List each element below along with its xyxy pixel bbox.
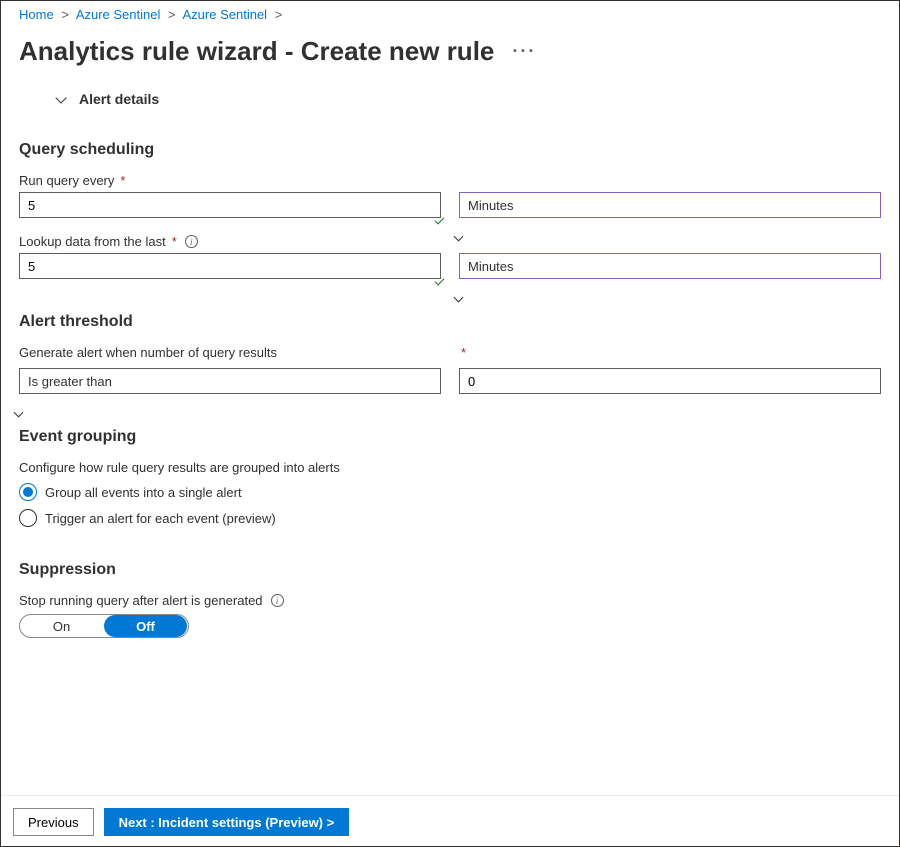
alert-threshold-operator-select[interactable]: Is greater than	[19, 368, 441, 394]
suppression-heading: Suppression	[19, 561, 881, 579]
radio-icon	[19, 483, 37, 501]
run-query-every-unit-select[interactable]: Minutes	[459, 192, 881, 218]
chevron-right-icon: >	[275, 7, 283, 22]
suppression-toggle-off[interactable]: Off	[104, 615, 187, 637]
chevron-right-icon: >	[61, 7, 69, 22]
required-indicator: *	[461, 345, 466, 360]
info-icon[interactable]: i	[271, 594, 284, 607]
lookup-unit-value: Minutes	[468, 259, 514, 274]
breadcrumb-azure-sentinel-1[interactable]: Azure Sentinel	[76, 7, 161, 22]
alert-threshold-label: Generate alert when number of query resu…	[19, 345, 441, 360]
event-grouping-option-each-event-label: Trigger an alert for each event (preview…	[45, 511, 276, 526]
run-query-every-unit-value: Minutes	[468, 198, 514, 213]
more-actions-icon[interactable]: ···	[512, 41, 536, 62]
required-indicator: *	[120, 173, 125, 188]
suppression-label: Stop running query after alert is genera…	[19, 593, 881, 608]
alert-threshold-heading: Alert threshold	[19, 313, 881, 331]
alert-details-toggle[interactable]: Alert details	[55, 91, 881, 107]
required-indicator: *	[172, 234, 177, 249]
event-grouping-description: Configure how rule query results are gro…	[19, 460, 881, 475]
alert-details-label: Alert details	[79, 91, 159, 107]
breadcrumb-azure-sentinel-2[interactable]: Azure Sentinel	[183, 7, 268, 22]
breadcrumb: Home > Azure Sentinel > Azure Sentinel >	[19, 7, 881, 26]
next-button[interactable]: Next : Incident settings (Preview) >	[104, 808, 350, 836]
suppression-toggle[interactable]: On Off	[19, 614, 189, 638]
run-query-every-label: Run query every*	[19, 173, 881, 188]
previous-button[interactable]: Previous	[13, 808, 94, 836]
suppression-toggle-on[interactable]: On	[20, 615, 103, 637]
chevron-right-icon: >	[168, 7, 176, 22]
lookup-unit-select[interactable]: Minutes	[459, 253, 881, 279]
alert-threshold-operator-value: Is greater than	[28, 374, 112, 389]
wizard-footer: Previous Next : Incident settings (Previ…	[1, 795, 899, 846]
alert-threshold-value-input[interactable]	[459, 368, 881, 394]
event-grouping-heading: Event grouping	[19, 428, 881, 446]
event-grouping-option-each-event[interactable]: Trigger an alert for each event (preview…	[19, 509, 881, 527]
run-query-every-value-input[interactable]	[19, 192, 441, 218]
radio-icon	[19, 509, 37, 527]
info-icon[interactable]: i	[185, 235, 198, 248]
chevron-down-icon	[55, 93, 67, 105]
page-title: Analytics rule wizard - Create new rule …	[19, 36, 881, 67]
event-grouping-option-single-alert[interactable]: Group all events into a single alert	[19, 483, 881, 501]
event-grouping-option-single-alert-label: Group all events into a single alert	[45, 485, 242, 500]
page-title-text: Analytics rule wizard - Create new rule	[19, 36, 494, 67]
query-scheduling-heading: Query scheduling	[19, 141, 881, 159]
alert-threshold-value-label: *	[459, 345, 881, 360]
breadcrumb-home[interactable]: Home	[19, 7, 54, 22]
lookup-value-input[interactable]	[19, 253, 441, 279]
lookup-data-label: Lookup data from the last* i	[19, 234, 881, 249]
